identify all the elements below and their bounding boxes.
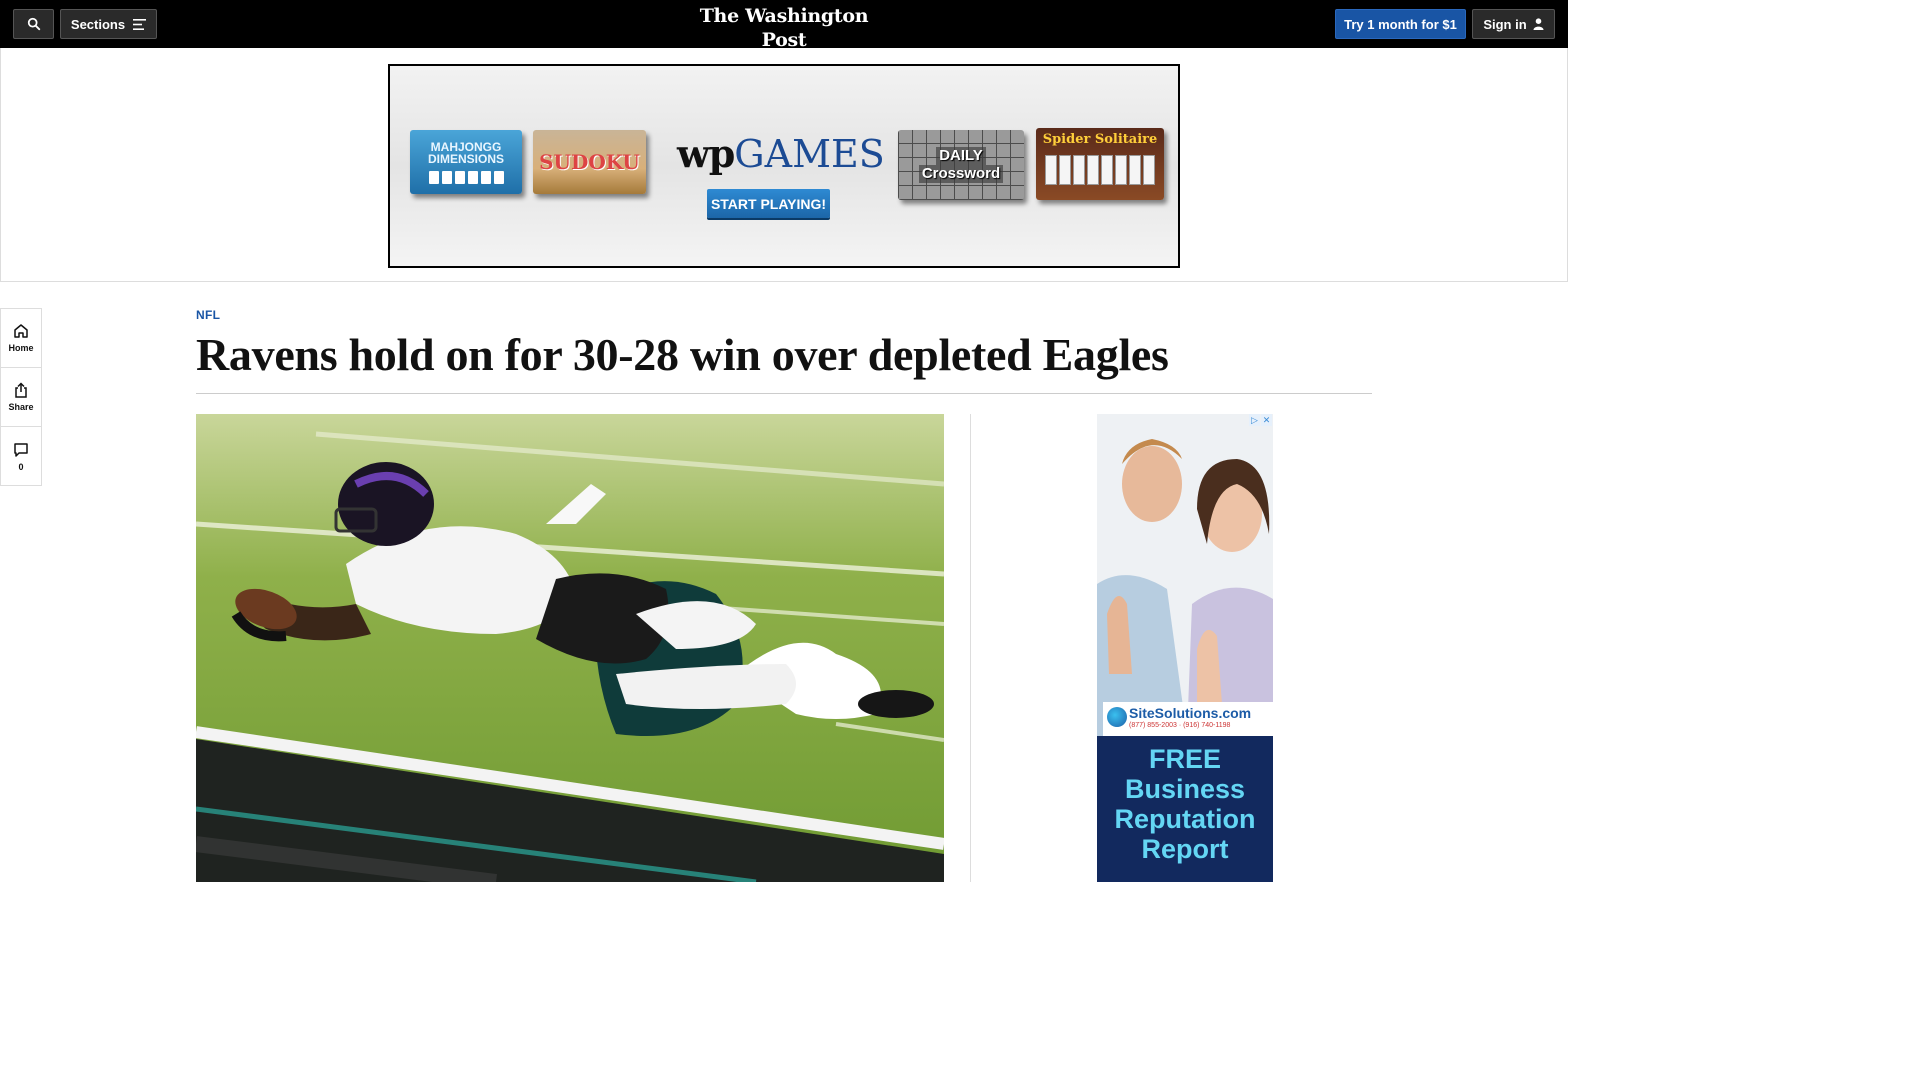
user-icon xyxy=(1533,18,1544,30)
article-lead-photo[interactable] xyxy=(196,414,944,882)
search-icon xyxy=(27,17,40,31)
ad-line-4: Report xyxy=(1141,834,1229,864)
search-button[interactable] xyxy=(13,9,54,39)
sections-menu-button[interactable]: Sections xyxy=(60,9,157,39)
article-headline: Ravens hold on for 30-28 win over deplet… xyxy=(196,329,1169,380)
article-utility-rail: Home Share 0 xyxy=(0,308,42,486)
comment-icon xyxy=(14,442,28,457)
subscribe-button[interactable]: Try 1 month for $1 xyxy=(1335,9,1466,39)
sign-in-label: Sign in xyxy=(1483,16,1527,32)
ad-brand-logo: SiteSolutions.com (877) 855-2003 · (916)… xyxy=(1103,702,1273,736)
top-navigation-bar: Sections The Washington Post Democracy D… xyxy=(0,0,1568,64)
ad-line-3: Reputation xyxy=(1114,804,1256,834)
rail-home-button[interactable]: Home xyxy=(1,309,41,368)
column-divider xyxy=(970,414,971,882)
ad-photo xyxy=(1097,414,1273,736)
football-touchdown-photo xyxy=(196,414,944,882)
ad-brand-name: SiteSolutions.com xyxy=(1129,705,1252,721)
rail-comments-button[interactable]: 0 xyxy=(1,427,41,486)
wp-logo-mark: wp xyxy=(677,131,735,176)
ad-people-image: SiteSolutions.com (877) 855-2003 · (916)… xyxy=(1097,414,1273,736)
ad-phone-numbers: (877) 855-2003 · (916) 740-1198 xyxy=(1129,722,1231,729)
spider-solitaire-game-tile[interactable]: Spider Solitaire xyxy=(1036,128,1164,200)
sections-label: Sections xyxy=(70,16,126,32)
mahjong-tiles-graphic xyxy=(428,170,504,184)
ad-choices-icon[interactable]: ▷ xyxy=(1249,414,1260,426)
ad-offer-panel: FREE Business Reputation Report xyxy=(1097,736,1273,882)
home-icon xyxy=(14,324,28,338)
ad-line-1: FREE xyxy=(1148,744,1221,774)
menu-icon xyxy=(133,18,147,30)
ad-close-icon[interactable]: ✕ xyxy=(1261,414,1272,426)
sign-in-button[interactable]: Sign in xyxy=(1472,9,1555,39)
ad-logo-globe-icon xyxy=(1107,707,1127,727)
wp-games-banner-ad[interactable]: MAHJONGG DIMENSIONS SUDOKU wpGAMES START… xyxy=(388,64,1180,268)
rail-share-button[interactable]: Share xyxy=(1,368,41,427)
crossword-title-line1: DAILY xyxy=(936,147,986,165)
share-icon xyxy=(15,382,27,398)
ad-choices-controls[interactable]: ▷ ✕ xyxy=(1249,414,1273,426)
crossword-title-line2: Crossword xyxy=(918,165,1004,183)
start-playing-button[interactable]: START PLAYING! xyxy=(707,189,830,218)
wp-games-logo: wpGAMES xyxy=(677,131,885,177)
comments-count: 0 xyxy=(18,461,24,472)
mahjong-subtitle: DIMENSIONS xyxy=(427,151,504,166)
games-logo-text: GAMES xyxy=(734,132,885,176)
ad-line-2: Business xyxy=(1124,774,1246,804)
headline-divider xyxy=(196,393,1372,394)
playing-cards-graphic xyxy=(1045,155,1155,185)
crossword-game-tile[interactable]: DAILY Crossword xyxy=(898,130,1024,200)
rail-share-label: Share xyxy=(8,402,34,412)
sidebar-display-ad[interactable]: SiteSolutions.com (877) 855-2003 · (916)… xyxy=(1097,414,1273,882)
article-section-kicker[interactable]: NFL xyxy=(196,308,220,322)
mahjong-game-tile[interactable]: MAHJONGG DIMENSIONS xyxy=(410,130,522,194)
site-logo[interactable]: The Washington Post xyxy=(684,4,884,52)
spider-solitaire-title: Spider Solitaire xyxy=(1042,132,1158,147)
mahjong-title: MAHJONGG xyxy=(430,139,502,154)
rail-home-label: Home xyxy=(8,343,34,353)
sudoku-title: SUDOKU xyxy=(539,150,640,174)
sudoku-game-tile[interactable]: SUDOKU xyxy=(533,130,646,194)
